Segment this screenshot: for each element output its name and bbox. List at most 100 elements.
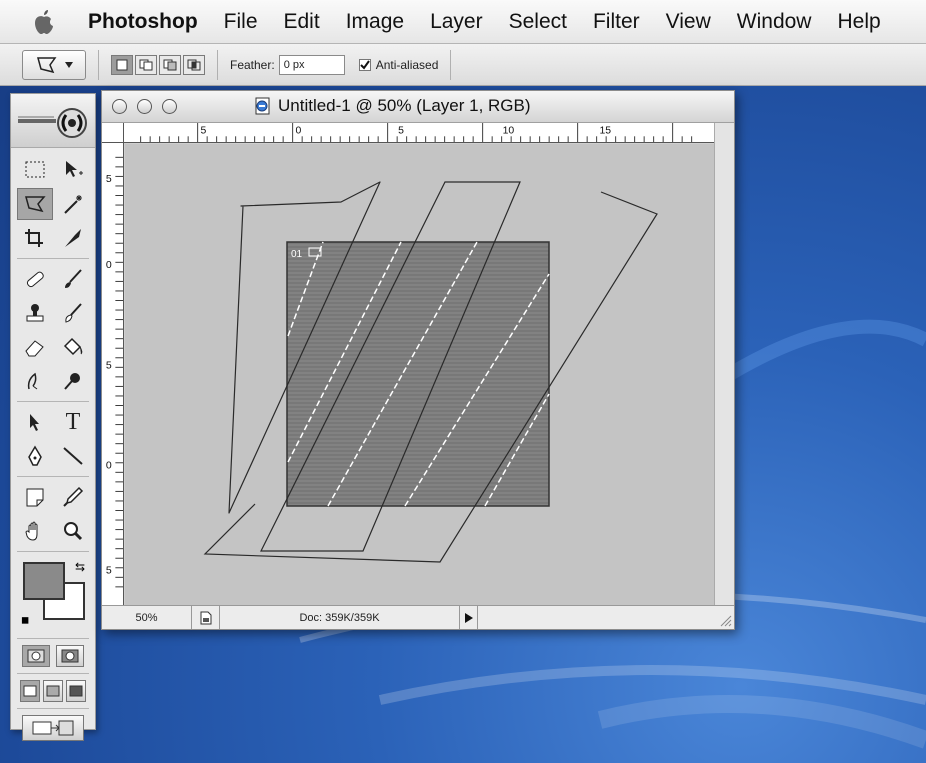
rectangular-marquee-icon	[25, 161, 45, 178]
polygonal-lasso-icon	[25, 196, 46, 213]
zoom-tool[interactable]	[55, 515, 91, 547]
zoom-level-field[interactable]: 50%	[102, 606, 192, 629]
minimize-button[interactable]	[137, 99, 152, 114]
ruler-label: 5	[201, 125, 207, 136]
toolbox-header[interactable]	[11, 94, 95, 148]
layer-square[interactable]	[286, 241, 550, 507]
pen-icon	[28, 445, 42, 466]
standard-mode-button[interactable]	[22, 645, 50, 667]
marquee-tool[interactable]	[17, 154, 53, 186]
document-size-info: Doc: 359K/359K	[220, 606, 460, 629]
jump-to-imageready-button[interactable]	[22, 715, 84, 741]
selection-mode-group	[111, 54, 205, 75]
full-screen-mode-button[interactable]	[66, 680, 86, 702]
line-icon	[63, 447, 83, 465]
vertical-scrollbar[interactable]	[714, 123, 734, 605]
swap-colors-icon[interactable]: ⇆	[75, 560, 85, 574]
quick-mask-mode-button[interactable]	[56, 645, 84, 667]
eyedropper-tool[interactable]	[55, 481, 91, 513]
menu-filter[interactable]: Filter	[593, 10, 640, 34]
foreground-color-swatch[interactable]	[23, 562, 65, 600]
menu-bar: Photoshop File Edit Image Layer Select F…	[0, 0, 926, 44]
hand-tool[interactable]	[17, 515, 53, 547]
healing-brush-tool[interactable]	[17, 263, 53, 295]
menu-app-name[interactable]: Photoshop	[88, 10, 198, 34]
blur-tool[interactable]	[17, 365, 53, 397]
antialias-option[interactable]: Anti-aliased	[358, 57, 439, 72]
toolbox-palette: T ⇆ ◼	[10, 93, 96, 741]
full-screen-menu-mode-button[interactable]	[43, 680, 63, 702]
checkmark-icon	[359, 59, 370, 70]
canvas-svg[interactable]: 01	[125, 144, 714, 605]
intersect-selection-button[interactable]	[183, 54, 205, 75]
options-divider	[98, 49, 99, 80]
eyedropper-icon	[63, 486, 84, 507]
add-selection-button[interactable]	[135, 54, 157, 75]
canvas-area[interactable]: 01	[125, 144, 714, 605]
toolbox-divider	[17, 673, 89, 674]
path-selection-tool[interactable]	[17, 406, 53, 438]
antialias-label: Anti-aliased	[375, 57, 439, 72]
menu-help[interactable]: Help	[837, 10, 880, 34]
ruler-label: 0	[106, 460, 112, 472]
menu-view[interactable]: View	[666, 10, 711, 34]
brush-tool[interactable]	[55, 263, 91, 295]
document-info-icon[interactable]	[192, 606, 220, 629]
ruler-label: 0	[296, 125, 302, 136]
zoom-button[interactable]	[162, 99, 177, 114]
menu-image[interactable]: Image	[346, 10, 404, 34]
clone-stamp-tool[interactable]	[17, 297, 53, 329]
document-titlebar[interactable]: Untitled-1 @ 50% (Layer 1, RGB)	[102, 91, 734, 123]
quick-mask-icon	[61, 649, 79, 663]
imageready-jump-icon	[32, 720, 74, 736]
document-title: Untitled-1 @ 50% (Layer 1, RGB)	[254, 96, 531, 116]
standard-screen-mode-button[interactable]	[20, 680, 40, 702]
crop-tool[interactable]	[17, 222, 53, 254]
status-menu-arrow-icon[interactable]	[460, 606, 478, 629]
eraser-tool[interactable]	[17, 331, 53, 363]
ruler-origin[interactable]	[102, 123, 124, 143]
ruler-label: 10	[503, 125, 515, 136]
intersect-selection-icon	[187, 59, 201, 70]
ruler-label: 15	[600, 125, 612, 136]
resize-grip-icon[interactable]	[718, 613, 732, 627]
paint-bucket-icon	[63, 337, 83, 356]
menu-window[interactable]: Window	[737, 10, 812, 34]
apple-icon[interactable]	[32, 9, 60, 35]
pen-tool[interactable]	[17, 440, 53, 472]
notes-icon	[26, 488, 44, 507]
new-selection-icon	[116, 59, 128, 70]
menu-file[interactable]: File	[224, 10, 258, 34]
new-selection-button[interactable]	[111, 54, 133, 75]
default-colors-icon[interactable]: ◼	[21, 615, 29, 626]
menu-layer[interactable]: Layer	[430, 10, 483, 34]
move-arrow-icon	[66, 161, 83, 177]
toolbox-divider	[17, 708, 89, 709]
subtract-selection-button[interactable]	[159, 54, 181, 75]
menu-select[interactable]: Select	[509, 10, 567, 34]
history-brush-tool[interactable]	[55, 297, 91, 329]
bandage-icon	[26, 271, 44, 288]
path-select-arrow-icon	[30, 414, 39, 431]
slice-tool[interactable]	[55, 222, 91, 254]
horizontal-ruler[interactable]: 5 0 5 10 15	[124, 123, 714, 143]
polygonal-lasso-icon	[37, 56, 57, 73]
vertical-ruler[interactable]: 5 0 5 0 5	[102, 143, 124, 605]
menu-edit[interactable]: Edit	[284, 10, 320, 34]
feather-input[interactable]	[278, 54, 345, 75]
paint-bucket-tool[interactable]	[55, 331, 91, 363]
magic-wand-icon	[64, 195, 82, 214]
line-tool[interactable]	[55, 440, 91, 472]
dodge-tool[interactable]	[55, 365, 91, 397]
ruler-label: 0	[106, 259, 112, 271]
tool-preset-picker[interactable]	[22, 49, 86, 80]
type-tool[interactable]: T	[55, 406, 91, 438]
magic-wand-tool[interactable]	[55, 188, 91, 220]
notes-tool[interactable]	[17, 481, 53, 513]
lasso-tool[interactable]	[17, 188, 53, 220]
close-button[interactable]	[112, 99, 127, 114]
move-tool[interactable]	[55, 154, 91, 186]
options-divider	[217, 49, 218, 80]
brush-icon	[65, 269, 82, 288]
antialias-checkbox[interactable]	[358, 58, 371, 71]
